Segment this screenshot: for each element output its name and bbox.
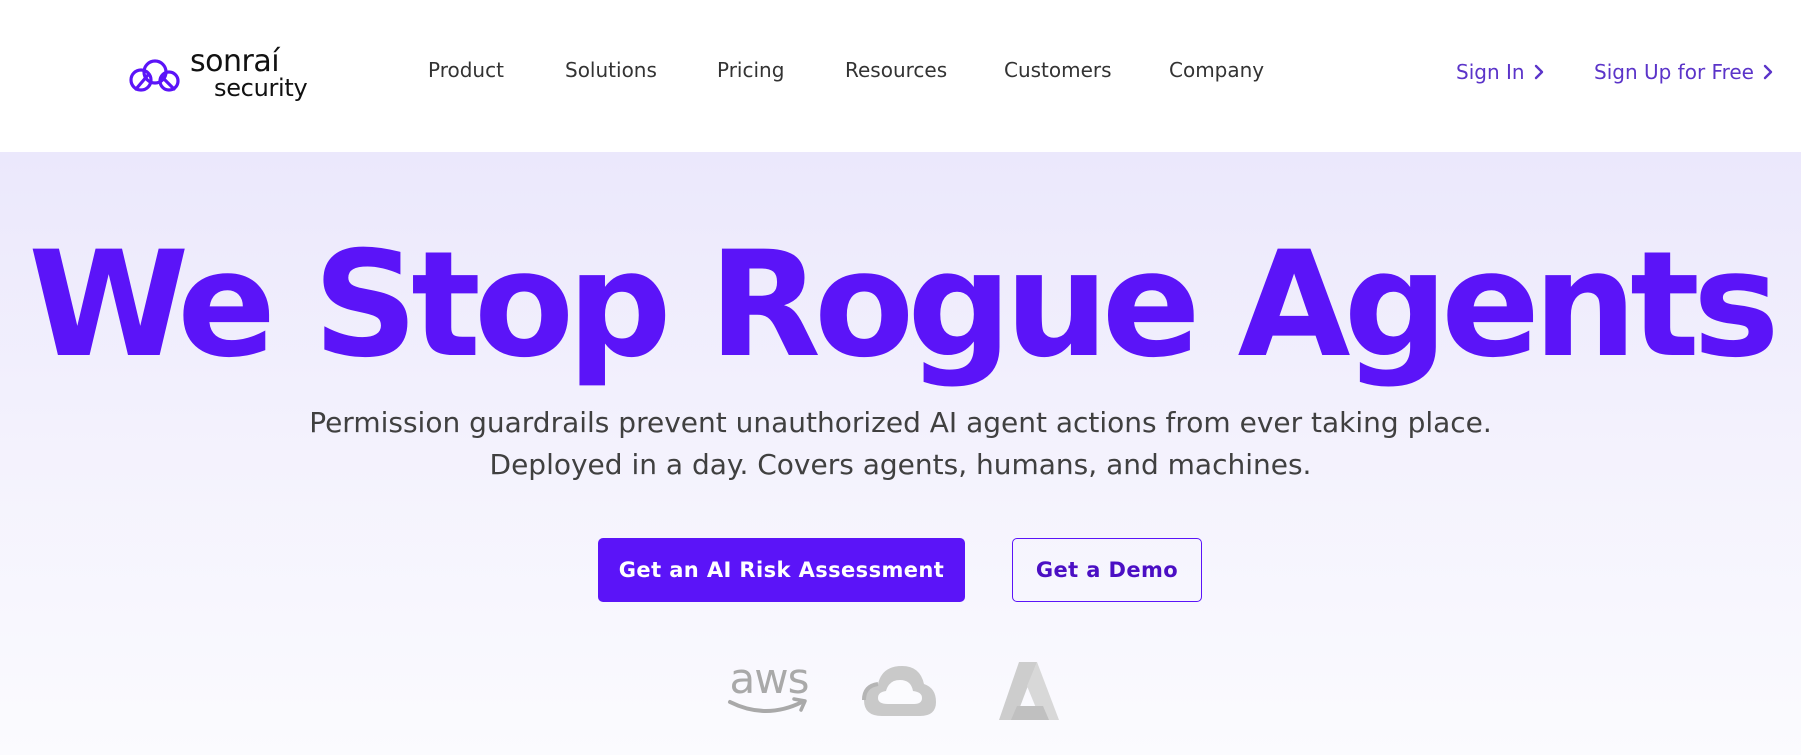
hero-subtitle-line2: Deployed in a day. Covers agents, humans…: [489, 448, 1312, 481]
sonrai-logo-icon: [129, 59, 180, 92]
hero-title: We Stop Rogue Agents: [28, 220, 1779, 390]
nav-item-product[interactable]: Product: [428, 58, 504, 82]
get-demo-button[interactable]: Get a Demo: [1012, 538, 1202, 602]
logo-name-line1: sonraí: [190, 44, 280, 79]
nav-item-pricing[interactable]: Pricing: [717, 58, 784, 82]
site-header: sonraí security Product Solutions Pricin…: [0, 0, 1801, 152]
chevron-right-icon: [1763, 64, 1773, 80]
logo-name-line2: security: [214, 74, 308, 102]
nav-item-resources[interactable]: Resources: [845, 58, 947, 82]
cloud-provider-logos: aws: [0, 654, 1801, 730]
ai-risk-assessment-button[interactable]: Get an AI Risk Assessment: [598, 538, 965, 602]
nav-item-customers[interactable]: Customers: [1004, 58, 1112, 82]
sign-in-link[interactable]: Sign In: [1456, 60, 1544, 84]
nav-item-company[interactable]: Company: [1169, 58, 1264, 82]
hero-subtitle-line1: Permission guardrails prevent unauthoriz…: [309, 406, 1492, 439]
aws-logo-icon: aws: [726, 654, 812, 720]
aws-smile-icon: [728, 697, 807, 713]
sign-up-label: Sign Up for Free: [1594, 60, 1754, 84]
sonrai-logo[interactable]: sonraí security: [126, 46, 316, 104]
google-cloud-logo-icon: [862, 666, 936, 716]
sign-in-label: Sign In: [1456, 60, 1525, 84]
sign-up-link[interactable]: Sign Up for Free: [1594, 60, 1773, 84]
hero-section: We Stop Rogue Agents Permission guardrai…: [0, 152, 1801, 755]
chevron-right-icon: [1534, 64, 1543, 80]
hero-subtitle: Permission guardrails prevent unauthoriz…: [0, 402, 1801, 486]
azure-logo-icon: [999, 662, 1059, 720]
nav-item-solutions[interactable]: Solutions: [565, 58, 657, 82]
